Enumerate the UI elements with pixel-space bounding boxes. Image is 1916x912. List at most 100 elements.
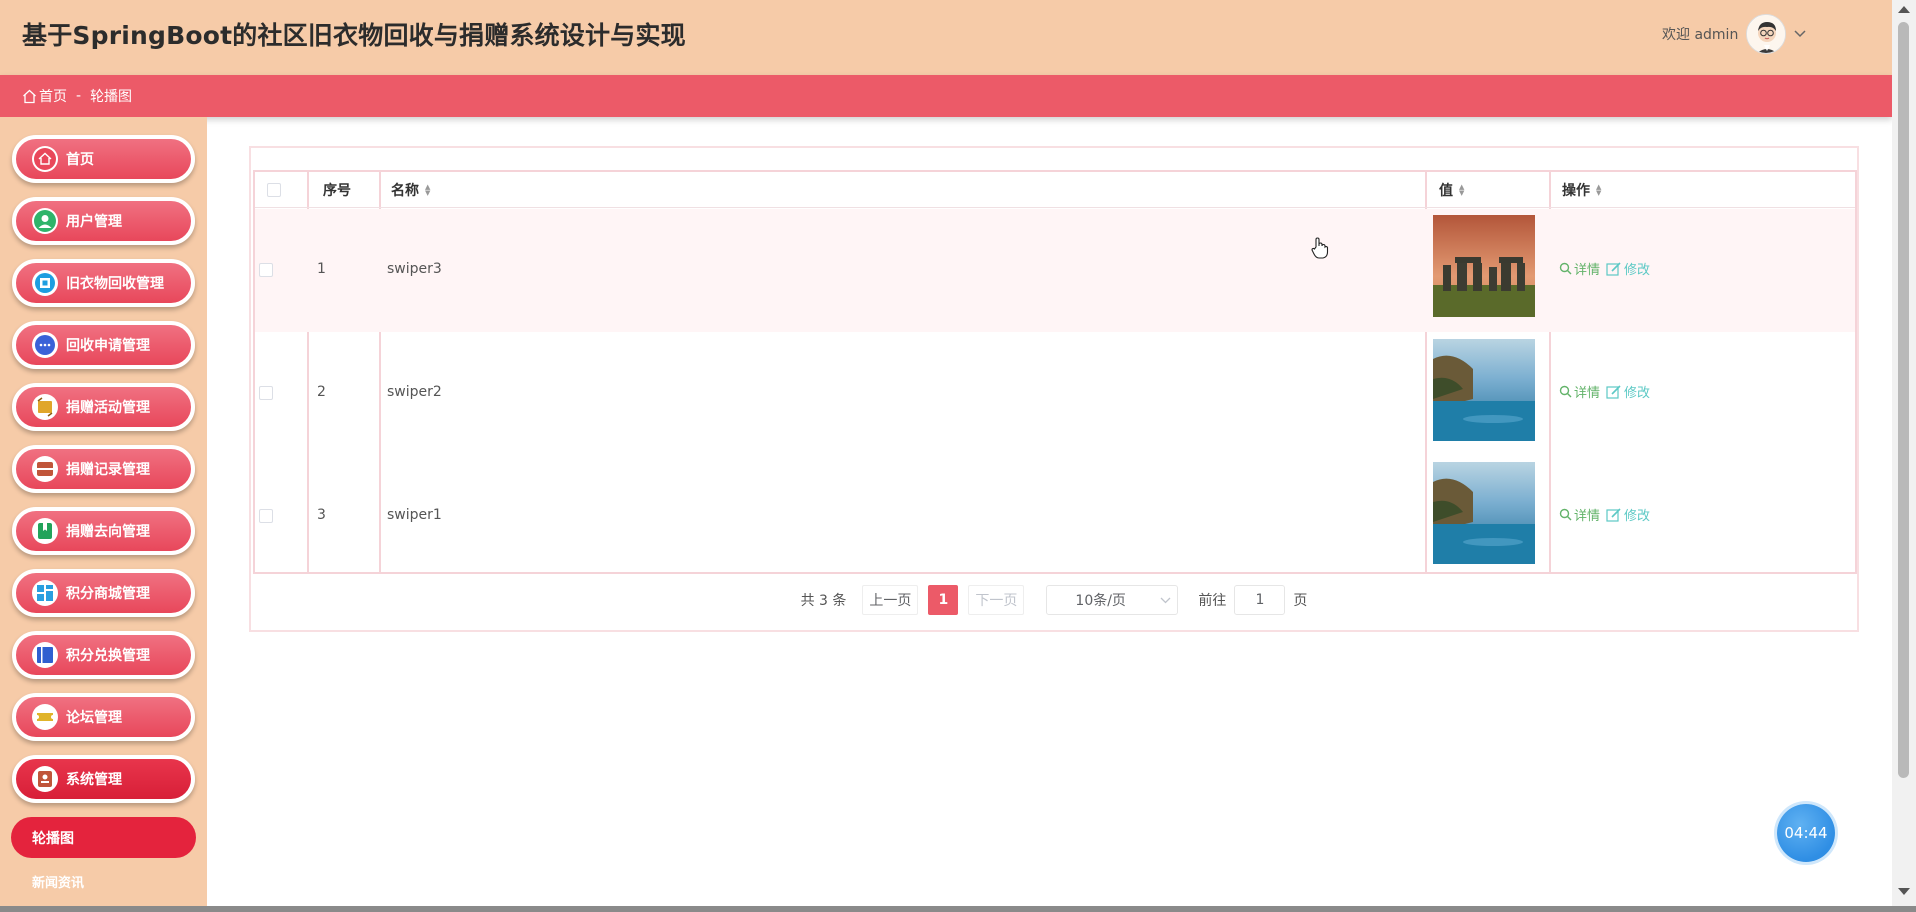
scroll-up-arrow-icon[interactable] <box>1898 6 1910 13</box>
row-index: 1 <box>317 261 326 277</box>
search-icon <box>1559 508 1572 521</box>
sidebar-subitem-news[interactable]: 新闻资讯 <box>32 872 84 891</box>
sidebar-item-label: 论坛管理 <box>66 710 122 726</box>
table-row[interactable]: 2 swiper2 详情 修改 <box>255 332 1855 455</box>
detail-label: 详情 <box>1574 509 1601 524</box>
sidebar-item-points-mall[interactable]: 积分商城管理 <box>12 569 195 617</box>
sidebar-item-forum[interactable]: 论坛管理 <box>12 693 195 741</box>
row-actions: 详情 修改 <box>1559 259 1650 278</box>
sidebar-item-donation-records[interactable]: 捐赠记录管理 <box>12 445 195 493</box>
lake-image[interactable] <box>1433 462 1535 564</box>
carousel-table: 序号 名称 ▲ ▼ 值 ▲ ▼ 操作 ▲ ▼ 1 swiper3 详情 修改 2… <box>253 170 1857 574</box>
sort-icon[interactable]: ▲ ▼ <box>1459 184 1464 197</box>
timer-badge[interactable]: 04:44 <box>1777 804 1835 862</box>
sidebar-item-label: 积分商城管理 <box>66 586 150 602</box>
table-row[interactable]: 3 swiper1 详情 修改 <box>255 455 1855 578</box>
avatar[interactable] <box>1746 14 1787 54</box>
chat-icon <box>32 332 58 358</box>
header-value-label: 值 <box>1439 183 1453 199</box>
edit-button[interactable]: 修改 <box>1606 505 1650 524</box>
sidebar-item-donation-events[interactable]: 捐赠活动管理 <box>12 383 195 431</box>
scrollbar[interactable] <box>1892 0 1916 906</box>
edit-button[interactable]: 修改 <box>1606 382 1650 401</box>
box-icon <box>32 456 58 482</box>
sidebar-item-points-exchange[interactable]: 积分兑换管理 <box>12 631 195 679</box>
page-size-select[interactable]: 10条/页 <box>1046 585 1179 615</box>
sidebar-item-recycle-requests[interactable]: 回收申请管理 <box>12 321 195 369</box>
breadcrumb-current: 轮播图 <box>90 89 133 105</box>
sidebar-item-label: 捐赠去向管理 <box>66 524 150 540</box>
sidebar-item-users[interactable]: 用户管理 <box>12 197 195 245</box>
sidebar-item-label: 系统管理 <box>66 772 122 788</box>
edit-icon <box>1606 507 1621 522</box>
sidebar-item-label: 捐赠活动管理 <box>66 400 150 416</box>
detail-button[interactable]: 详情 <box>1559 382 1600 401</box>
breadcrumb-separator: - <box>76 88 82 104</box>
edit-label: 修改 <box>1624 263 1651 278</box>
sidebar-subitem-carousel[interactable]: 轮播图 <box>11 817 196 858</box>
table-row[interactable]: 1 swiper3 详情 修改 <box>255 209 1855 332</box>
row-index: 2 <box>317 384 326 400</box>
header-name[interactable]: 名称 ▲ ▼ <box>391 172 430 208</box>
detail-button[interactable]: 详情 <box>1559 505 1600 524</box>
window-bottom-edge <box>0 906 1916 912</box>
row-name: swiper3 <box>387 261 442 277</box>
sidebar-item-home[interactable]: 首页 <box>12 135 195 183</box>
edit-button[interactable]: 修改 <box>1606 259 1650 278</box>
page-size-value: 10条/页 <box>1075 593 1126 609</box>
row-index: 3 <box>317 507 326 523</box>
detail-label: 详情 <box>1574 386 1601 401</box>
grid-icon <box>32 580 58 606</box>
chevron-down-icon[interactable] <box>1794 27 1806 41</box>
scroll-thumb[interactable] <box>1898 22 1909 778</box>
edit-icon <box>1606 384 1621 399</box>
user-menu[interactable]: 欢迎 admin <box>1662 14 1892 54</box>
header-index: 序号 <box>323 183 351 199</box>
row-checkbox[interactable] <box>259 386 273 400</box>
lake-image[interactable] <box>1433 339 1535 441</box>
row-checkbox[interactable] <box>259 263 273 277</box>
breadcrumb: 首页 - 轮播图 <box>0 75 1892 117</box>
user-icon <box>32 208 58 234</box>
bookmark-icon <box>32 518 58 544</box>
row-checkbox[interactable] <box>259 509 273 523</box>
stonehenge-image[interactable] <box>1433 215 1535 317</box>
sidebar-item-label: 用户管理 <box>66 214 122 230</box>
sidebar-item-label: 回收申请管理 <box>66 338 150 354</box>
edit-icon <box>1606 261 1621 276</box>
goto-page-input[interactable] <box>1234 585 1286 615</box>
header-value[interactable]: 值 ▲ ▼ <box>1439 172 1464 208</box>
row-actions: 详情 修改 <box>1559 505 1650 524</box>
chip-icon <box>32 270 58 296</box>
scroll-down-arrow-icon[interactable] <box>1898 888 1910 895</box>
select-all-checkbox[interactable] <box>267 183 281 197</box>
book-icon <box>32 642 58 668</box>
header-actions-label: 操作 <box>1562 183 1590 199</box>
sidebar-item-donation-destination[interactable]: 捐赠去向管理 <box>12 507 195 555</box>
home-icon <box>32 146 58 172</box>
search-icon <box>1559 385 1572 398</box>
row-name: swiper2 <box>387 384 442 400</box>
edit-label: 修改 <box>1624 509 1651 524</box>
sidebar-item-system[interactable]: 系统管理 <box>12 755 195 803</box>
prev-page-button[interactable]: 上一页 <box>862 585 919 615</box>
detail-label: 详情 <box>1574 263 1601 278</box>
header-actions[interactable]: 操作 ▲ ▼ <box>1562 172 1601 208</box>
hand-cursor-icon <box>1311 237 1329 263</box>
app-header: 基于SpringBoot的社区旧衣物回收与捐赠系统设计与实现 欢迎 admin <box>0 0 1892 75</box>
sort-icon[interactable]: ▲ ▼ <box>425 184 430 197</box>
goto-suffix: 页 <box>1293 593 1308 609</box>
welcome-text: 欢迎 admin <box>1662 27 1739 43</box>
breadcrumb-home[interactable]: 首页 <box>39 86 67 106</box>
header-name-label: 名称 <box>391 183 419 199</box>
page-number-current[interactable]: 1 <box>928 585 959 615</box>
detail-button[interactable]: 详情 <box>1559 259 1600 278</box>
next-page-button[interactable]: 下一页 <box>968 585 1025 615</box>
sort-icon[interactable]: ▲ ▼ <box>1596 184 1601 197</box>
goto-label: 前往 <box>1198 593 1227 609</box>
contact-icon <box>32 766 58 792</box>
sidebar-item-label: 旧衣物回收管理 <box>66 276 164 292</box>
ticket-icon <box>32 704 58 730</box>
content-panel: 序号 名称 ▲ ▼ 值 ▲ ▼ 操作 ▲ ▼ 1 swiper3 详情 修改 2… <box>249 146 1859 632</box>
sidebar-item-clothes-recycle[interactable]: 旧衣物回收管理 <box>12 259 195 307</box>
